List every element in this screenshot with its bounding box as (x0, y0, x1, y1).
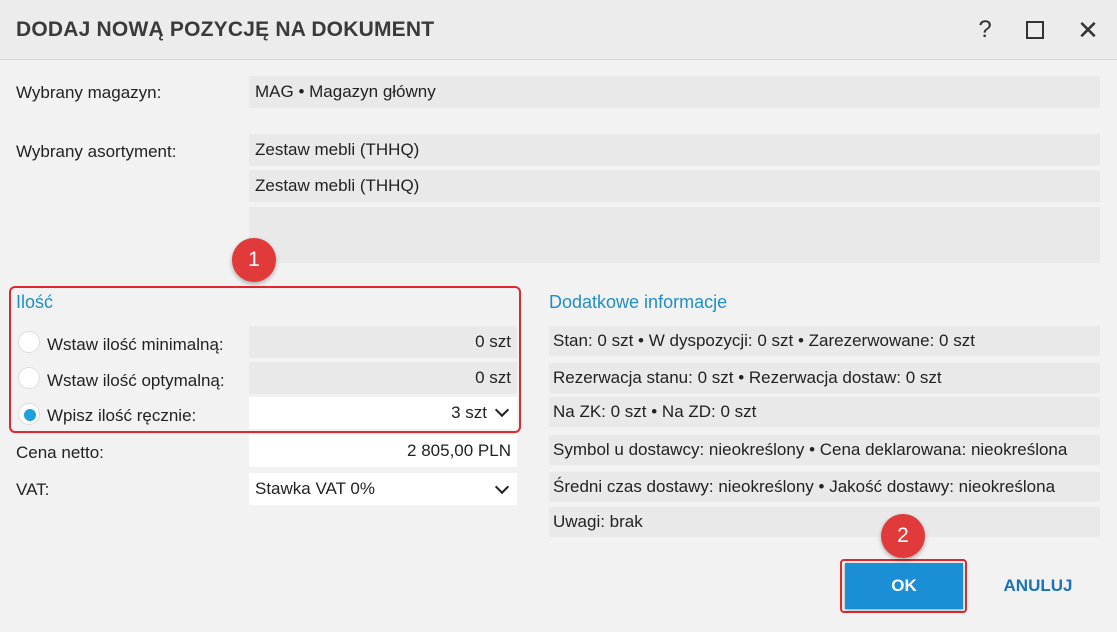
info-orders-text: Na ZK: 0 szt • Na ZD: 0 szt (553, 402, 757, 421)
price-input[interactable]: 2 805,00 PLN (249, 435, 517, 467)
warehouse-field: MAG • Magazyn główny (249, 76, 1100, 108)
info-notes-text: Uwagi: brak (553, 512, 643, 531)
help-button[interactable]: ? (968, 12, 1002, 48)
annotation-frame-quantity (9, 286, 521, 433)
assortment-description-field (249, 207, 1100, 263)
price-label: Cena netto: (16, 443, 104, 462)
info-delivery-text: Średni czas dostawy: nieokreślony • Jako… (553, 477, 1056, 496)
dialog-titlebar: DODAJ NOWĄ POZYCJĘ NA DOKUMENT ? ✕ (0, 0, 1117, 60)
maximize-button[interactable] (1018, 12, 1052, 48)
dialog-title: DODAJ NOWĄ POZYCJĘ NA DOKUMENT (16, 18, 435, 41)
close-button[interactable]: ✕ (1071, 12, 1105, 48)
price-value: 2 805,00 PLN (407, 441, 511, 460)
warehouse-value: MAG • Magazyn główny (255, 82, 436, 101)
vat-select[interactable]: Stawka VAT 0% (249, 473, 517, 505)
info-row-orders: Na ZK: 0 szt • Na ZD: 0 szt (549, 397, 1100, 427)
info-row-reservation: Rezerwacja stanu: 0 szt • Rezerwacja dos… (549, 363, 1100, 393)
help-icon: ? (978, 16, 992, 43)
info-supplier-text: Symbol u dostawcy: nieokreślony • Cena d… (553, 440, 1068, 459)
info-row-supplier: Symbol u dostawcy: nieokreślony • Cena d… (549, 435, 1100, 465)
info-row-delivery: Średni czas dostawy: nieokreślony • Jako… (549, 472, 1100, 502)
info-row-notes: Uwagi: brak (549, 507, 1100, 537)
assortment-label: Wybrany asortyment: (16, 142, 177, 161)
info-reservation-text: Rezerwacja stanu: 0 szt • Rezerwacja dos… (553, 368, 942, 387)
assortment-name-field: Zestaw mebli (THHQ) (249, 134, 1100, 166)
assortment-name2: Zestaw mebli (THHQ) (255, 176, 420, 195)
assortment-name: Zestaw mebli (THHQ) (255, 140, 420, 159)
vat-label: VAT: (16, 480, 50, 499)
cancel-button[interactable]: ANULUJ (990, 563, 1086, 609)
annotation-marker-2: 2 (881, 514, 925, 558)
info-stock-text: Stan: 0 szt • W dyspozycji: 0 szt • Zare… (553, 331, 975, 350)
assortment-name2-field: Zestaw mebli (THHQ) (249, 170, 1100, 202)
info-row-stock: Stan: 0 szt • W dyspozycji: 0 szt • Zare… (549, 326, 1100, 356)
additional-info-title: Dodatkowe informacje (549, 292, 728, 312)
annotation-marker-1: 1 (232, 238, 276, 282)
maximize-icon (1026, 21, 1044, 39)
vat-value: Stawka VAT 0% (255, 479, 375, 498)
warehouse-label: Wybrany magazyn: (16, 83, 162, 102)
ok-button[interactable]: OK (845, 563, 963, 609)
close-icon: ✕ (1077, 14, 1099, 45)
